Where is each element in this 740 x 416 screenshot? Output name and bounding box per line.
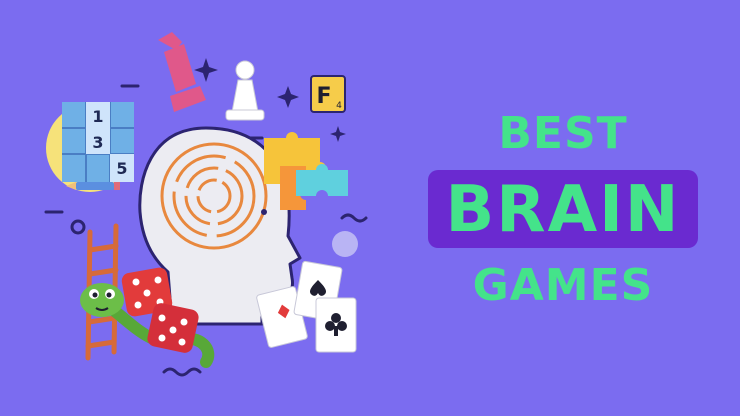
sudoku-number: 5 — [116, 159, 127, 178]
letter-tile-score: 4 — [336, 101, 342, 111]
headline-brain: BRAIN — [445, 173, 681, 247]
small-ring-icon — [70, 219, 86, 235]
brain-games-banner: 1 3 5 F 4 BEST BRAIN GAMES — [0, 0, 740, 416]
headline-brain-box: BRAIN — [427, 170, 699, 248]
sudoku-number: 1 — [92, 107, 103, 126]
decorative-dot-icon — [332, 231, 358, 257]
king-piece-icon — [158, 32, 206, 112]
headline-best: BEST — [498, 108, 628, 159]
sudoku-grid: 1 3 5 — [46, 102, 134, 192]
pawn-piece-icon — [225, 60, 265, 121]
headline-games: GAMES — [472, 260, 654, 311]
sudoku-number: 3 — [92, 133, 103, 152]
pencil-icon — [66, 182, 120, 190]
headline: BEST BRAIN GAMES — [418, 112, 708, 308]
letter-tile-icon: F 4 — [310, 75, 346, 113]
letter-tile-letter: F — [316, 84, 331, 109]
